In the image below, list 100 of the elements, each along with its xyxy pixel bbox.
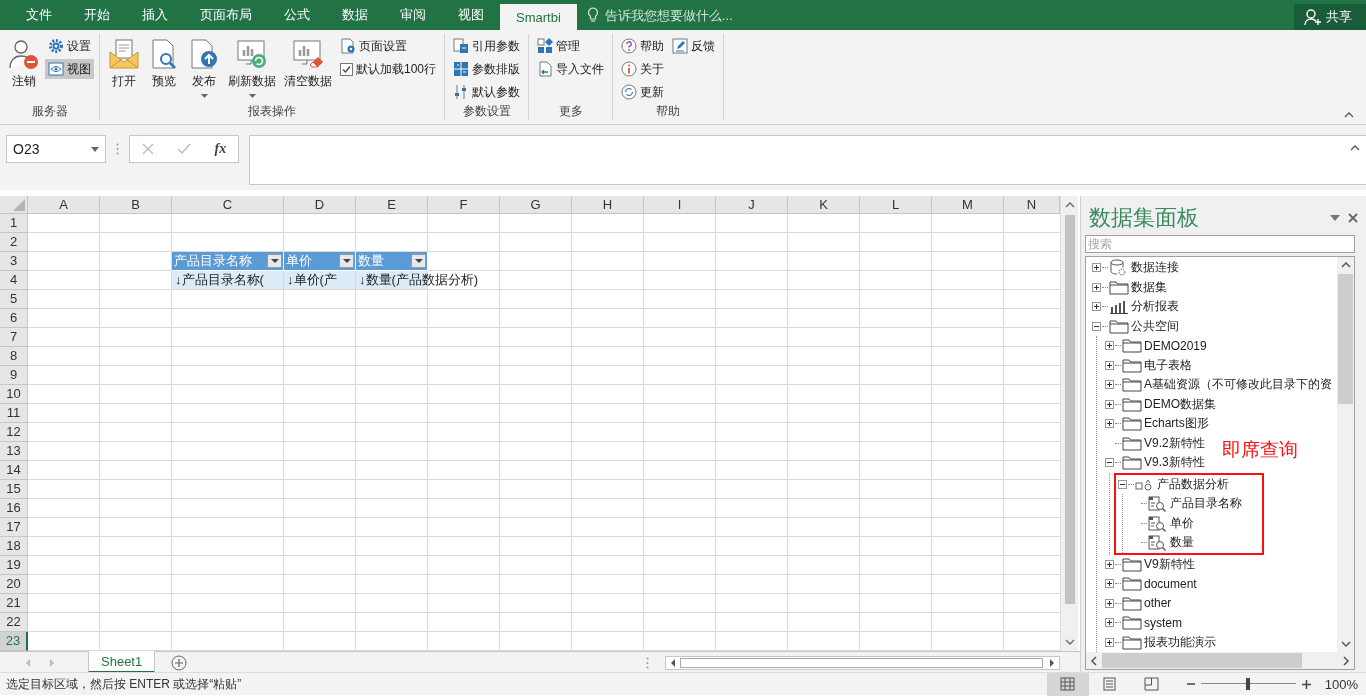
row-header[interactable]: 12 [0,423,28,442]
ribbon-tab[interactable]: 数据 [326,0,384,30]
row-header[interactable]: 10 [0,385,28,404]
ribbon-button[interactable]: 设置 [45,36,94,56]
sheet-tab[interactable]: Sheet1 [88,651,156,673]
ribbon-tab[interactable]: 视图 [442,0,500,30]
ribbon-tab[interactable]: 审阅 [384,0,442,30]
tree-item[interactable]: V9.2新特性 [1144,434,1205,452]
tree-item[interactable]: DEMO2019 [1144,338,1207,353]
expand-icon[interactable] [1105,598,1114,608]
row-header[interactable]: 18 [0,537,28,556]
checkbox[interactable]: 默认加载100行 [337,59,440,79]
column-header[interactable]: E [356,196,428,214]
row-header[interactable]: 1 [0,214,28,233]
column-header[interactable]: D [284,196,356,214]
tree-item[interactable]: 电子表格 [1144,356,1192,374]
tree-item[interactable]: 公共空间 [1131,317,1179,335]
insert-function-button[interactable]: fx [214,141,227,157]
close-icon[interactable] [1348,213,1358,223]
tree-item[interactable]: V9新特性 [1144,555,1195,573]
tree-item[interactable]: system [1144,615,1182,630]
row-header[interactable]: 7 [0,328,28,347]
slider-thumb[interactable] [1246,678,1251,690]
expand-icon[interactable] [1092,263,1101,273]
ribbon-button[interactable]: 视图 [45,59,94,79]
row-header[interactable]: 23 [0,632,28,651]
filter-button[interactable] [411,254,426,268]
expand-icon[interactable] [1105,559,1114,569]
tree-item[interactable]: A基础资源（不可修改此目录下的资 [1144,376,1332,394]
filter-button[interactable] [267,254,282,268]
scrollbar-thumb[interactable] [680,657,1043,668]
ribbon-button[interactable]: 预览 [145,36,183,102]
row-header[interactable]: 22 [0,613,28,632]
tree-item[interactable]: 单价 [1170,514,1194,532]
scrollbar-thumb[interactable] [1338,274,1353,404]
row-header[interactable]: 11 [0,404,28,423]
checkbox-checked-icon[interactable] [340,62,353,76]
column-header[interactable]: H [572,196,644,214]
ribbon-tab[interactable]: 文件 [10,0,68,30]
expand-icon[interactable] [1105,419,1114,429]
ribbon-tab[interactable]: 公式 [268,0,326,30]
column-header[interactable]: C [172,196,284,214]
tree-item[interactable]: 产品目录名称 [1170,495,1242,513]
horizontal-scrollbar[interactable] [665,655,1060,670]
tree-item[interactable]: 产品数据分析 [1157,475,1229,493]
tell-me-field[interactable]: 告诉我您想要做什么... [602,6,763,24]
column-header[interactable]: K [788,196,860,214]
expand-icon[interactable] [1105,341,1114,351]
row-header[interactable]: 3 [0,252,28,271]
expand-icon[interactable] [1092,282,1101,292]
column-header[interactable]: J [716,196,788,214]
tree-item[interactable]: V9.3新特性 [1144,454,1205,472]
ribbon-button[interactable]: 打开 [105,36,143,102]
row-header[interactable]: 16 [0,499,28,518]
expand-icon[interactable] [1105,399,1114,409]
row-header[interactable]: 4 [0,271,28,290]
ribbon-button[interactable]: 反馈 [669,36,719,56]
expand-icon[interactable] [1105,637,1114,647]
ribbon-tab[interactable]: 开始 [68,0,126,30]
ribbon-button[interactable]: 关于 [618,59,668,79]
tree-item[interactable]: 数据连接 [1131,259,1179,277]
column-header[interactable]: F [428,196,500,214]
name-box[interactable]: O23 [6,135,106,163]
row-header[interactable]: 17 [0,518,28,537]
ribbon-button[interactable]: 刷新数据 [225,36,279,102]
column-header[interactable]: N [1004,196,1060,214]
tree-item[interactable]: 数量 [1170,534,1194,552]
tree-item[interactable]: 报表功能演示 [1144,633,1216,651]
row-header[interactable]: 21 [0,594,28,613]
column-header[interactable]: L [860,196,932,214]
expand-icon[interactable] [1105,380,1114,390]
ribbon-button[interactable]: 导入文件 [534,59,608,79]
zoom-in-icon[interactable] [1301,679,1311,689]
add-sheet-icon[interactable] [171,654,188,671]
scrollbar-thumb[interactable] [1102,653,1302,668]
zoom-out-icon[interactable] [1186,680,1195,688]
row-header[interactable]: 15 [0,480,28,499]
ribbon-button[interactable]: 页面设置 [337,36,440,56]
row-header[interactable]: 9 [0,366,28,385]
row-header[interactable]: 6 [0,309,28,328]
check-icon[interactable] [177,143,192,155]
expand-icon[interactable] [1105,618,1114,628]
row-header[interactable]: 14 [0,461,28,480]
filter-button[interactable] [339,254,354,268]
tree-item[interactable]: 分析报表 [1131,298,1179,316]
row-header[interactable]: 2 [0,233,28,252]
expand-icon[interactable] [1105,360,1114,370]
collapse-icon[interactable] [1092,321,1101,331]
search-field[interactable]: 搜索 [1085,235,1355,253]
column-header[interactable]: G [500,196,572,214]
ribbon-button[interactable]: 管理 [534,36,608,56]
expand-icon[interactable] [1105,579,1114,589]
column-header[interactable]: B [100,196,172,214]
column-header[interactable]: A [28,196,100,214]
expand-icon[interactable] [1092,302,1101,312]
ribbon-tab[interactable]: 页面布局 [184,0,268,30]
row-header[interactable]: 20 [0,575,28,594]
tree-item[interactable]: 数据集 [1131,278,1167,296]
tree-item[interactable]: document [1144,576,1197,591]
scrollbar-thumb[interactable] [1064,215,1075,604]
